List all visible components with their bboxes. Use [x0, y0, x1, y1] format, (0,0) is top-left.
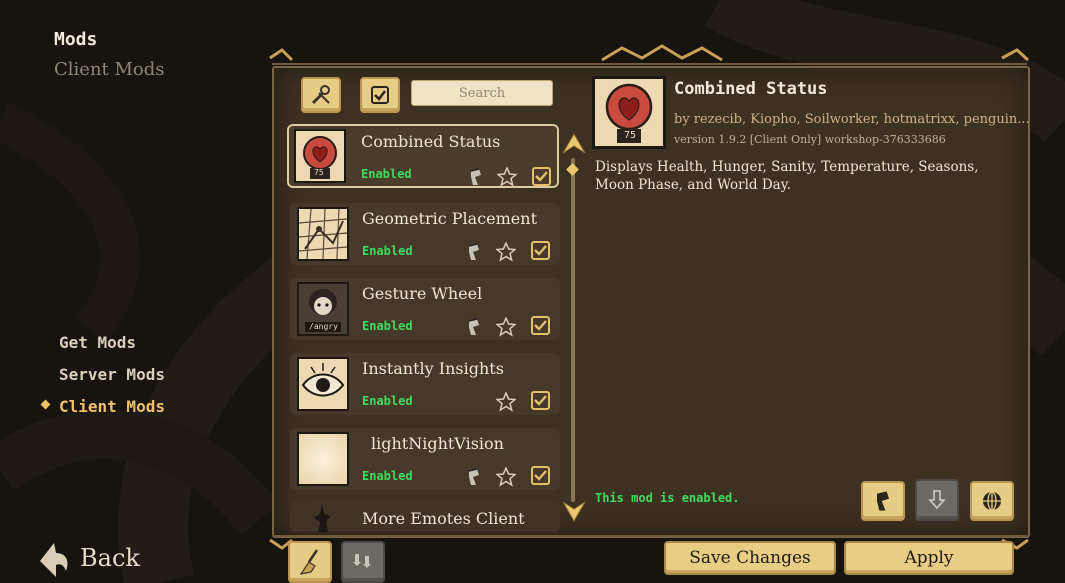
mod-tools-button[interactable]	[301, 77, 341, 113]
nav-label: Server Mods	[59, 365, 165, 384]
nav-label: Get Mods	[59, 333, 137, 352]
checkmark-icon	[534, 320, 547, 331]
back-arrow-icon	[40, 543, 68, 577]
nav-label: Client Mods	[59, 397, 165, 416]
favorite-star-icon[interactable]	[496, 166, 518, 188]
back-button[interactable]: Back	[36, 535, 140, 581]
update-all-icon	[353, 554, 371, 568]
config-icon[interactable]	[463, 466, 485, 488]
enable-checkbox[interactable]	[532, 167, 551, 186]
detail-title: Combined Status	[674, 79, 828, 99]
wrench-tools-icon	[311, 85, 330, 105]
enable-checkbox[interactable]	[531, 466, 550, 485]
mod-row-more-emotes-client[interactable]: More Emotes Client	[290, 500, 560, 532]
favorite-star-icon[interactable]	[495, 391, 517, 413]
mod-badge-value: 75	[314, 168, 324, 177]
mod-name: Geometric Placement	[362, 209, 537, 228]
checkbox-icon	[371, 86, 389, 104]
mod-list-scrollbar[interactable]	[571, 158, 575, 502]
mod-status: Enabled	[362, 469, 413, 483]
update-all-button[interactable]	[341, 541, 385, 583]
active-bullet-icon	[40, 399, 51, 410]
mods-nav: Get Mods Server Mods Client Mods	[40, 332, 165, 428]
mod-status: Enabled	[362, 244, 413, 258]
page-title: Mods	[54, 29, 98, 50]
filter-enabled-button[interactable]	[360, 77, 400, 113]
globe-icon	[983, 491, 1001, 511]
favorite-star-icon[interactable]	[495, 466, 517, 488]
scroll-up-arrow-icon[interactable]	[561, 131, 587, 155]
mod-row-instantly-insights[interactable]: Instantly Insights Enabled	[290, 353, 560, 415]
mod-thumbnail	[297, 432, 349, 486]
config-icon	[877, 491, 889, 511]
mod-thumbnail	[297, 357, 349, 411]
mod-thumbnail: /angry	[297, 282, 349, 336]
page-subtitle: Client Mods	[54, 59, 165, 80]
mod-status: Enabled	[361, 167, 412, 181]
favorite-star-icon[interactable]	[495, 316, 517, 338]
scroll-down-arrow-icon[interactable]	[561, 500, 587, 524]
checkmark-icon	[534, 245, 547, 256]
mod-name: lightNightVision	[371, 434, 504, 453]
broom-icon	[299, 549, 319, 575]
checkmark-icon	[535, 171, 548, 182]
nav-client-mods[interactable]: Client Mods	[40, 396, 165, 428]
detail-badge-value: 75	[624, 130, 637, 141]
detail-status: This mod is enabled.	[595, 491, 740, 505]
search-input[interactable]	[411, 80, 553, 106]
detail-thumbnail: 75	[592, 76, 666, 149]
enable-checkbox[interactable]	[531, 391, 550, 410]
eye-icon	[301, 363, 345, 397]
config-icon[interactable]	[463, 241, 485, 263]
mod-thumbnail: 75	[294, 129, 346, 183]
mod-name: Gesture Wheel	[362, 284, 483, 303]
favorite-star-icon[interactable]	[495, 241, 517, 263]
grid-map-icon	[299, 209, 347, 259]
config-icon[interactable]	[465, 166, 487, 188]
nav-server-mods[interactable]: Server Mods	[40, 364, 165, 396]
back-label: Back	[80, 544, 140, 572]
mod-name: Combined Status	[361, 132, 501, 151]
mod-workshop-button[interactable]	[970, 481, 1014, 521]
download-arrow-icon	[928, 490, 946, 510]
checkmark-icon	[534, 470, 547, 481]
mod-status: Enabled	[362, 319, 413, 333]
mod-row-combined-status[interactable]: 75 Combined Status Enabled	[287, 124, 559, 188]
nav-get-mods[interactable]: Get Mods	[40, 332, 165, 364]
apply-button[interactable]: Apply	[844, 541, 1014, 575]
detail-description: Displays Health, Hunger, Sanity, Tempera…	[595, 159, 979, 193]
save-changes-button[interactable]: Save Changes	[664, 541, 836, 575]
mod-thumbnail	[297, 207, 349, 261]
update-mod-button[interactable]	[915, 479, 959, 521]
checkmark-icon	[534, 395, 547, 406]
mod-row-geometric-placement[interactable]: Geometric Placement Enabled	[290, 203, 560, 265]
detail-authors: by rezecib, Kiopho, Soilworker, hotmatri…	[674, 112, 1030, 127]
cleanup-button[interactable]	[288, 541, 332, 583]
mod-row-lightnightvision[interactable]: lightNightVision Enabled	[290, 428, 560, 490]
mod-name: Instantly Insights	[362, 359, 504, 378]
configure-mod-button[interactable]	[861, 481, 905, 521]
mod-name: More Emotes Client	[362, 509, 525, 528]
mod-status: Enabled	[362, 394, 413, 408]
detail-version: version 1.9.2 [Client Only] workshop-376…	[674, 133, 946, 146]
mod-row-gesture-wheel[interactable]: /angry Gesture Wheel Enabled	[290, 278, 560, 340]
silhouette-icon	[314, 504, 330, 532]
mod-badge-value: /angry	[309, 322, 338, 331]
enable-checkbox[interactable]	[531, 241, 550, 260]
enable-checkbox[interactable]	[531, 316, 550, 335]
config-icon[interactable]	[463, 316, 485, 338]
